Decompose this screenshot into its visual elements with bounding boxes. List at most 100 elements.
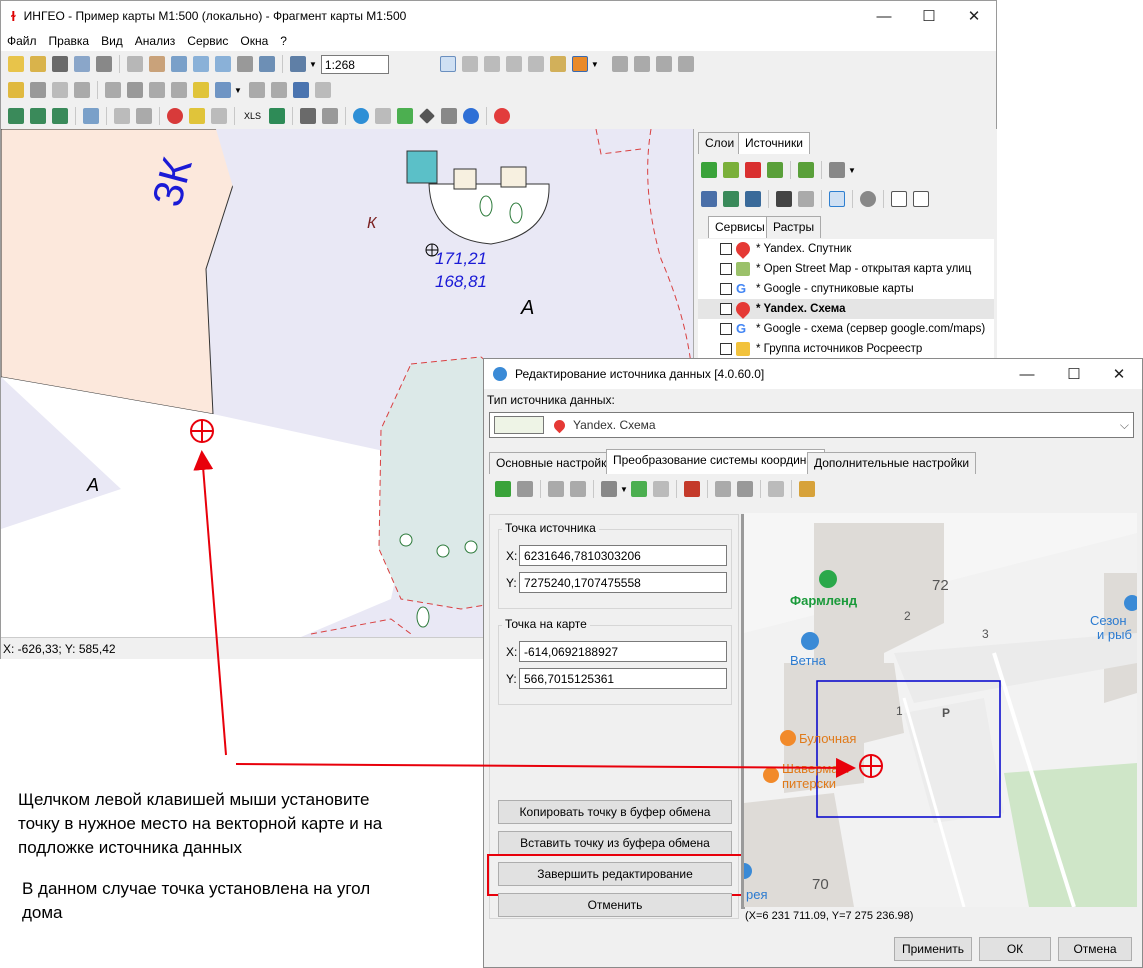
- list-icon[interactable]: [701, 191, 717, 207]
- merge-icon[interactable]: [193, 82, 209, 98]
- list-item[interactable]: * Yandex. Схема: [698, 299, 994, 319]
- move-down-icon[interactable]: [798, 162, 814, 178]
- snap-4-icon[interactable]: [677, 56, 694, 72]
- attr-1-icon[interactable]: [248, 82, 265, 98]
- edit-3-icon[interactable]: [52, 82, 68, 98]
- table-icon[interactable]: [215, 82, 231, 98]
- subtab-rasters[interactable]: Растры: [766, 216, 822, 238]
- list-item[interactable]: * Группа источников Росреестр: [698, 339, 994, 359]
- extent-dropdown-icon[interactable]: ▼: [848, 166, 856, 175]
- paste-icon[interactable]: [736, 481, 753, 497]
- zoom-out-icon[interactable]: [215, 56, 231, 72]
- print-preview-icon[interactable]: [74, 56, 90, 72]
- vertex-icon[interactable]: [149, 82, 165, 98]
- snap-1-icon[interactable]: [611, 56, 628, 72]
- scale-input[interactable]: 1:268: [320, 54, 389, 74]
- menu-edit[interactable]: Правка: [43, 34, 96, 48]
- select-polygon-icon[interactable]: [527, 56, 544, 72]
- zoom-extent-icon[interactable]: [237, 56, 253, 72]
- cancel-button[interactable]: Отмена: [1058, 937, 1132, 961]
- tile-map[interactable]: 72 Фармленд 2 3 Ветна Сезон и рыб 1 Р Бу…: [744, 513, 1137, 907]
- map-x-input[interactable]: -614,0692188927: [519, 641, 727, 662]
- map-y-input[interactable]: 566,7015125361: [519, 668, 727, 689]
- height-icon[interactable]: [441, 108, 458, 124]
- select-area-icon[interactable]: [127, 56, 143, 72]
- crs-home-icon[interactable]: [652, 481, 669, 497]
- pulse-icon[interactable]: [829, 191, 845, 207]
- uncheck-all-icon[interactable]: [891, 191, 907, 207]
- move-icon[interactable]: [105, 82, 121, 98]
- item-checkbox[interactable]: [720, 263, 732, 275]
- new-doc-icon[interactable]: [8, 56, 24, 72]
- add-point-icon[interactable]: [495, 481, 511, 497]
- copy-point-button[interactable]: Копировать точку в буфер обмена: [498, 800, 732, 824]
- add-source-icon[interactable]: [701, 162, 717, 178]
- source-y-input[interactable]: 7275240,1707475558: [519, 572, 727, 593]
- delete-source-icon[interactable]: [745, 162, 761, 178]
- chevron-down-icon[interactable]: ⌵: [1120, 418, 1129, 433]
- help-cursor-icon[interactable]: [314, 82, 331, 98]
- flag-2-icon[interactable]: [30, 108, 46, 124]
- diamond-icon[interactable]: [419, 108, 435, 124]
- item-checkbox[interactable]: [720, 243, 732, 255]
- raster-2-icon[interactable]: [745, 191, 761, 207]
- dialog-close-icon[interactable]: ✕: [1096, 359, 1142, 389]
- coords-icon[interactable]: [397, 108, 414, 124]
- crs-extent-icon[interactable]: [601, 481, 617, 497]
- attr-2-icon[interactable]: [270, 82, 287, 98]
- table-dropdown-icon[interactable]: ▼: [234, 86, 242, 95]
- tab-sources[interactable]: Источники: [738, 132, 810, 154]
- move-up-icon[interactable]: [767, 162, 783, 178]
- forbid-icon[interactable]: [167, 108, 183, 124]
- clear-icon[interactable]: [767, 481, 784, 497]
- kpt-icon[interactable]: [269, 108, 286, 124]
- item-checkbox[interactable]: [720, 283, 732, 295]
- tab-basic-settings[interactable]: Основные настройки: [489, 452, 621, 474]
- source-x-input[interactable]: 6231646,7810303206: [519, 545, 727, 566]
- zoom-in-icon[interactable]: [193, 56, 209, 72]
- check-all-icon[interactable]: [913, 191, 929, 207]
- tile-map-drawing[interactable]: [744, 513, 1137, 907]
- dialog-minimize-icon[interactable]: —: [1004, 359, 1050, 389]
- edit-source-icon[interactable]: [723, 162, 739, 178]
- globe-icon[interactable]: [353, 108, 370, 124]
- snap-2-icon[interactable]: [633, 56, 650, 72]
- tool-1-icon[interactable]: [300, 108, 317, 124]
- crs-extent-dropdown-icon[interactable]: ▼: [620, 485, 628, 494]
- tab-layers[interactable]: Слои: [698, 132, 742, 154]
- subtab-services[interactable]: Сервисы: [708, 216, 772, 238]
- ok-button[interactable]: ОК: [979, 937, 1051, 961]
- list-item[interactable]: * Yandex. Спутник: [698, 239, 994, 259]
- hand-edit-icon[interactable]: [127, 82, 143, 98]
- snap-3-icon[interactable]: [655, 56, 672, 72]
- raster-1-icon[interactable]: [723, 191, 739, 207]
- minimize-icon[interactable]: —: [861, 1, 907, 31]
- report-icon[interactable]: [136, 108, 152, 124]
- highlight-dropdown-icon[interactable]: ▼: [591, 60, 599, 69]
- flag-1-icon[interactable]: [8, 108, 24, 124]
- cancel-edit-button[interactable]: Отменить: [498, 893, 732, 917]
- copy-icon[interactable]: [714, 481, 731, 497]
- tool-2-icon[interactable]: [322, 108, 339, 124]
- item-checkbox[interactable]: [720, 343, 732, 355]
- zoom-window-icon[interactable]: [171, 56, 187, 72]
- list-item[interactable]: G * Google - схема (сервер google.com/map…: [698, 319, 994, 339]
- open-icon[interactable]: [30, 56, 46, 72]
- menu-windows[interactable]: Окна: [234, 34, 274, 48]
- apply-button[interactable]: Применить: [894, 937, 972, 961]
- cursor-select-icon[interactable]: [439, 56, 456, 72]
- source-type-select[interactable]: Yandex. Схема ⌵: [489, 412, 1134, 438]
- layers-icon[interactable]: [52, 56, 68, 72]
- scale-dropdown-icon[interactable]: ▼: [309, 60, 317, 69]
- search-icon[interactable]: [83, 108, 99, 124]
- close-icon[interactable]: ✕: [951, 1, 997, 31]
- list-item[interactable]: * Open Street Map - открытая карта улиц: [698, 259, 994, 279]
- list-item[interactable]: G * Google - спутниковые карты: [698, 279, 994, 299]
- delete-point-icon[interactable]: [517, 481, 533, 497]
- scale-icon[interactable]: [290, 56, 306, 72]
- paste-point-button[interactable]: Вставить точку из буфера обмена: [498, 831, 732, 855]
- flag-3-icon[interactable]: [52, 108, 68, 124]
- item-checkbox[interactable]: [720, 323, 732, 335]
- query-icon[interactable]: [114, 108, 130, 124]
- grid-icon[interactable]: [798, 481, 815, 497]
